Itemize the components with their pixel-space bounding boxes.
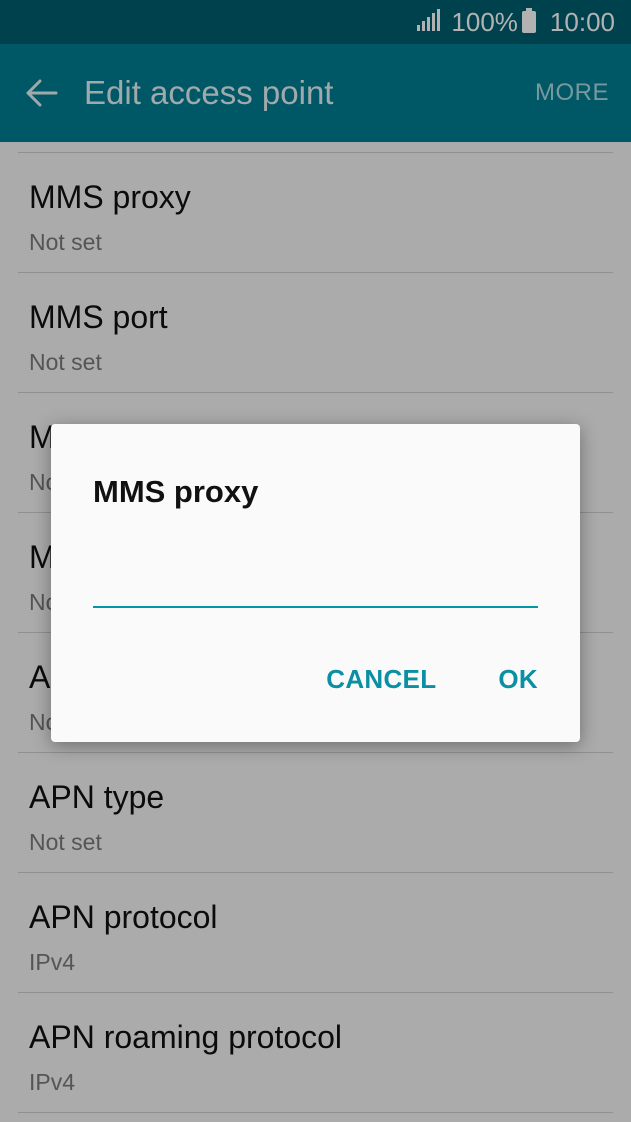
dialog-actions: CANCEL OK — [326, 664, 538, 695]
mms-proxy-dialog: MMS proxy CANCEL OK — [51, 424, 580, 742]
dialog-title: MMS proxy — [93, 474, 259, 509]
dialog-scrim-top — [0, 0, 631, 142]
mms-proxy-input[interactable] — [93, 564, 538, 608]
ok-button[interactable]: OK — [498, 664, 538, 695]
cancel-button[interactable]: CANCEL — [326, 664, 436, 695]
